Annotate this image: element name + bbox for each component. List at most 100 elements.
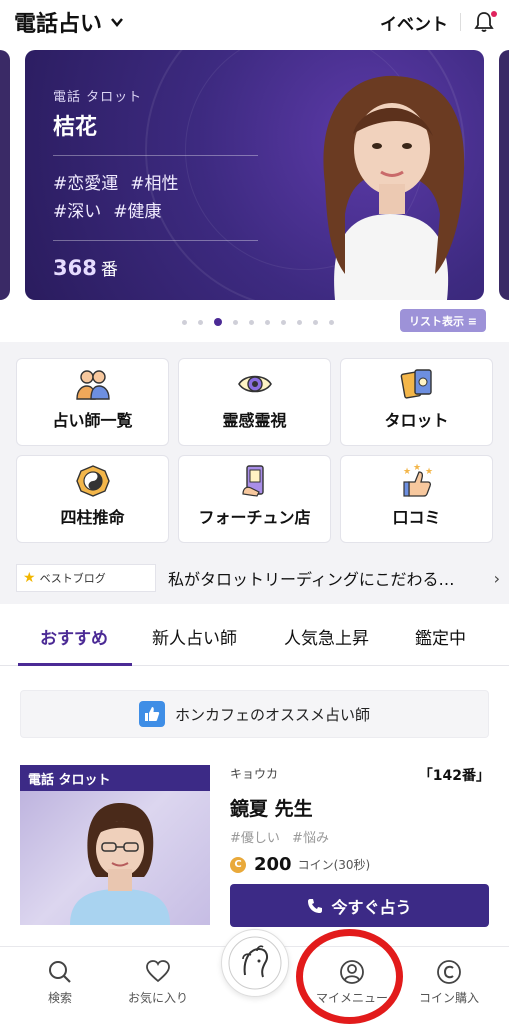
nav-buy-coins[interactable]: コイン購入: [399, 959, 499, 1006]
carousel-next-slide[interactable]: [499, 50, 509, 300]
category-psychic[interactable]: 霊感霊視: [178, 358, 331, 446]
recommendation-banner[interactable]: ホンカフェのオススメ占い師: [20, 690, 489, 738]
fortune-teller-portrait: [323, 75, 465, 300]
pagination-dot[interactable]: [281, 319, 286, 325]
featured-carousel[interactable]: 電話 タロット 桔花 #恋愛運 #相性 #深い #健康 368 番: [0, 50, 509, 302]
banner-tags: #恋愛運 #相性 #深い #健康: [53, 170, 263, 226]
fortune-teller-card-image[interactable]: 電話 タロット: [20, 765, 210, 925]
coin-icon: [437, 960, 461, 984]
svg-text:★: ★: [413, 464, 421, 473]
event-link[interactable]: イベント: [380, 10, 448, 35]
category-label: フォーチュン店: [198, 508, 311, 527]
nav-favorites[interactable]: お気に入り: [108, 959, 208, 1006]
phone-icon: [308, 898, 323, 913]
category-label: 霊感霊視: [222, 411, 287, 430]
center-logo-button[interactable]: [221, 929, 289, 997]
nav-label: お気に入り: [127, 991, 188, 1005]
banner-divider: [53, 240, 258, 241]
price-value: 200: [254, 854, 292, 875]
category-fortune-teller-list[interactable]: 占い師一覧: [16, 358, 169, 446]
teacher-tag: #悩み: [292, 831, 329, 846]
star-icon: ★: [23, 570, 36, 586]
banner-number: 368: [53, 256, 97, 280]
carousel-prev-slide[interactable]: [0, 50, 10, 300]
banner-tag: #健康: [113, 202, 162, 222]
heart-icon: [146, 960, 170, 983]
category-label: タロット: [384, 411, 449, 430]
pagination-dot[interactable]: [233, 319, 238, 325]
teacher-number: 「142番」: [418, 768, 490, 784]
recommendation-banner-text: ホンカフェのオススメ占い師: [174, 705, 370, 724]
featured-banner[interactable]: 電話 タロット 桔花 #恋愛運 #相性 #深い #健康 368 番: [25, 50, 484, 300]
tab-recommended[interactable]: おすすめ: [40, 624, 108, 649]
thumbs-up-icon: [138, 701, 165, 727]
teacher-tags: #優しい #悩み: [230, 827, 490, 846]
banner-fortune-teller-name: 桔花: [53, 115, 98, 140]
active-tab-indicator: [18, 663, 132, 666]
nav-search[interactable]: 検索: [10, 959, 110, 1006]
price-row: C 200 コイン(30秒): [230, 854, 490, 875]
bell-icon[interactable]: [473, 11, 497, 33]
pagination-dot[interactable]: [329, 319, 334, 325]
eye-icon: [237, 375, 272, 393]
tab-bar: おすすめ 新人占い師 人気急上昇 鑑定中: [0, 606, 509, 666]
category-tarot[interactable]: タロット: [340, 358, 493, 446]
category-reviews[interactable]: ★ ★ ★ 口コミ: [340, 455, 493, 543]
category-four-pillars[interactable]: 四柱推命: [16, 455, 169, 543]
category-label: 占い師一覧: [52, 411, 133, 430]
top-header: 電話占い イベント: [0, 0, 509, 44]
banner-tag: #相性: [130, 174, 179, 194]
best-blog-label: ベストブログ: [39, 572, 106, 585]
banner-category: 電話 タロット: [53, 90, 143, 105]
teacher-tag: #優しい: [230, 831, 280, 846]
fortune-teller-photo: [70, 803, 170, 925]
search-icon: [49, 961, 71, 983]
banner-tag: #深い: [53, 202, 102, 222]
highlight-annotation-circle: [296, 929, 403, 1024]
pagination-dot[interactable]: [313, 319, 318, 325]
logo-icon: [228, 936, 282, 990]
nav-label: 検索: [47, 991, 72, 1005]
pagination-dot[interactable]: [265, 319, 270, 325]
thumbs-up-stars-icon: ★ ★ ★: [403, 464, 433, 497]
bottom-navigation: 検索 お気に入り マイメニュー コイン購入: [0, 929, 509, 1024]
tab-new-fortune-tellers[interactable]: 新人占い師: [152, 624, 237, 649]
price-unit: コイン(30秒): [297, 858, 371, 872]
pagination-dot[interactable]: [297, 319, 302, 325]
pagination-dot[interactable]: [198, 319, 203, 325]
banner-tag: #恋愛運: [53, 174, 119, 194]
carousel-pagination: [182, 318, 345, 326]
call-now-label: 今すぐ占う: [331, 897, 412, 917]
nav-label: コイン購入: [418, 991, 479, 1005]
best-blog-badge: ★ ベストブログ: [16, 564, 156, 592]
yin-yang-icon: [75, 465, 110, 497]
svg-text:★: ★: [425, 467, 433, 477]
tab-trending[interactable]: 人気急上昇: [284, 624, 369, 649]
category-label: 口コミ: [392, 508, 441, 527]
header-divider: [460, 13, 461, 31]
app-title[interactable]: 電話占い: [14, 6, 102, 38]
coin-icon: C: [230, 856, 246, 873]
tarot-card-icon: [400, 369, 432, 399]
call-now-button[interactable]: 今すぐ占う: [230, 884, 489, 927]
people-icon: [75, 370, 110, 400]
chevron-right-icon[interactable]: ›: [494, 569, 500, 588]
tab-in-session[interactable]: 鑑定中: [415, 624, 466, 649]
category-label: 四柱推命: [60, 508, 125, 527]
banner-divider: [53, 155, 258, 156]
list-view-button[interactable]: リスト表示 ≡: [400, 309, 486, 332]
pagination-dot[interactable]: [249, 319, 254, 325]
pagination-dot-active[interactable]: [214, 318, 222, 326]
phone-card-icon: [241, 465, 264, 497]
pagination-dot[interactable]: [182, 319, 187, 325]
notification-dot: [491, 11, 497, 17]
svg-text:★: ★: [403, 467, 411, 477]
category-fortune-shop[interactable]: フォーチュン店: [178, 455, 331, 543]
teacher-name[interactable]: 鏡夏 先生: [230, 794, 490, 821]
best-blog-row[interactable]: ★ ベストブログ 私がタロットリーディングにこだわる… ›: [16, 563, 506, 593]
blog-title[interactable]: 私がタロットリーディングにこだわる…: [168, 566, 468, 590]
banner-number-suffix: 番: [100, 260, 118, 280]
chevron-down-icon[interactable]: [110, 15, 124, 29]
card-category-label: 電話 タロット: [20, 765, 210, 791]
fortune-teller-card-info: キョウカ 「142番」 鏡夏 先生 #優しい #悩み C 200 コイン(30秒…: [230, 765, 490, 875]
